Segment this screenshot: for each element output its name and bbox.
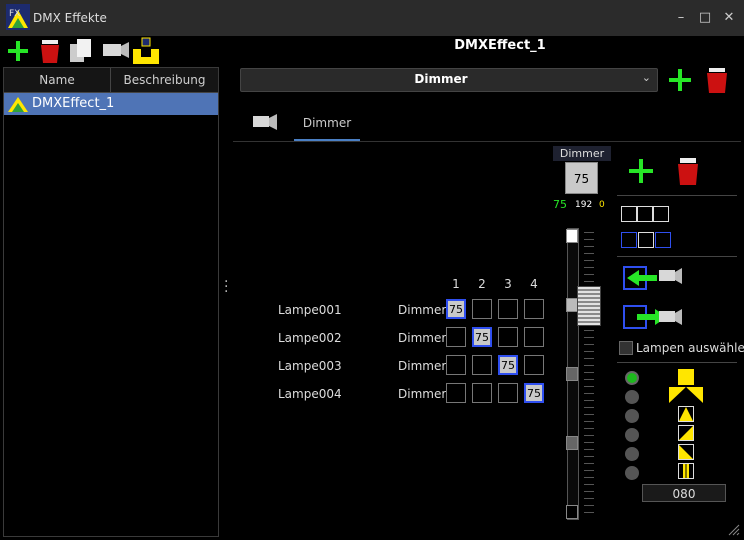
effect-type-select[interactable]: Dimmer ⌄ xyxy=(240,68,658,92)
fader-marker-min xyxy=(566,505,578,519)
divider xyxy=(617,256,737,257)
matrix-cell-active[interactable]: 75 xyxy=(498,355,518,375)
mode-radio-2[interactable] xyxy=(625,390,639,404)
column-header-description[interactable]: Beschreibung xyxy=(111,68,218,93)
matrix-cell[interactable] xyxy=(498,383,518,403)
add-channel-icon[interactable] xyxy=(668,68,692,92)
add-step-icon[interactable] xyxy=(628,158,654,184)
column-number: 2 xyxy=(478,277,486,291)
svg-text:FX: FX xyxy=(9,9,20,19)
matrix-cell[interactable] xyxy=(498,299,518,319)
effect-list-panel: Name Beschreibung DMXEffect_1 xyxy=(3,67,219,537)
matrix-cell[interactable] xyxy=(446,355,466,375)
dimmer-offset: 0 xyxy=(599,200,605,210)
matrix-cell[interactable] xyxy=(524,299,544,319)
dimmer-dmx-value: 192 xyxy=(575,200,593,210)
effect-icon xyxy=(8,97,28,112)
app-logo-icon: FX xyxy=(6,4,30,30)
step-number-field[interactable]: 080 xyxy=(642,484,726,502)
resize-grip-icon[interactable] xyxy=(726,522,740,536)
mode-radio-5[interactable] xyxy=(625,447,639,461)
mode-triangle-icon xyxy=(678,406,694,422)
lamp-channel: Dimmer xyxy=(398,331,447,345)
tab-dimmer[interactable]: Dimmer xyxy=(294,108,360,140)
matrix-cell-active[interactable]: 75 xyxy=(472,327,492,347)
column-number: 4 xyxy=(530,277,538,291)
lamp-name: Lampe001 xyxy=(278,303,342,317)
fader-scale xyxy=(584,232,594,518)
select-lamps-label: Lampen auswählen xyxy=(636,341,744,355)
lamp-name: Lampe002 xyxy=(278,331,342,345)
fader-marker xyxy=(566,367,578,381)
delete-step-icon[interactable] xyxy=(676,156,700,186)
dimmer-label: Dimmer xyxy=(553,146,611,161)
matrix-cell[interactable] xyxy=(524,355,544,375)
add-effect-icon[interactable] xyxy=(6,40,30,62)
matrix-cell[interactable] xyxy=(498,327,518,347)
chevron-down-icon: ⌄ xyxy=(641,71,651,84)
divider xyxy=(617,195,737,196)
dimmer-value-box[interactable]: 75 xyxy=(565,162,598,194)
lamp-channel: Dimmer xyxy=(398,303,447,317)
tab-lamp-icon[interactable] xyxy=(250,110,278,134)
mode-diagonal-up-icon xyxy=(678,425,694,441)
matrix-cell[interactable] xyxy=(472,355,492,375)
mode-half-icon xyxy=(678,463,694,479)
lamp-name: Lampe004 xyxy=(278,387,342,401)
minimize-button[interactable]: – xyxy=(673,10,689,26)
matrix-cell[interactable] xyxy=(472,383,492,403)
toolbar xyxy=(0,36,744,64)
divider xyxy=(617,362,737,363)
mode-radio-1[interactable] xyxy=(625,371,639,385)
delete-effect-icon[interactable] xyxy=(38,38,62,64)
effect-name: DMXEffect_1 xyxy=(32,96,115,111)
matrix-cell[interactable] xyxy=(446,327,466,347)
mode-radio-6[interactable] xyxy=(625,466,639,480)
tab-dimmer-label: Dimmer xyxy=(302,116,352,130)
maximize-button[interactable]: □ xyxy=(697,10,713,26)
column-header-name[interactable]: Name xyxy=(4,68,111,93)
fader-marker xyxy=(566,436,578,450)
effect-type-value: Dimmer xyxy=(414,72,468,86)
title-bar: FX DMX Effekte – □ ✕ xyxy=(0,0,744,36)
dimmer-percent: 75 xyxy=(553,198,567,211)
lamp-settings-icon[interactable] xyxy=(100,38,130,64)
copy-to-lamp-icon[interactable] xyxy=(623,303,683,331)
copy-effect-icon[interactable] xyxy=(68,38,94,64)
copy-from-lamp-icon[interactable] xyxy=(623,264,683,292)
chase-pattern-icon[interactable] xyxy=(621,232,673,248)
matrix-cell-active[interactable]: 75 xyxy=(524,383,544,403)
select-lamps-checkbox[interactable] xyxy=(619,341,633,355)
matrix-cell[interactable] xyxy=(446,383,466,403)
mode-split-icon xyxy=(669,387,703,403)
mode-radio-4[interactable] xyxy=(625,428,639,442)
fader-marker-max xyxy=(566,229,578,243)
mode-diagonal-down-icon xyxy=(678,444,694,460)
column-number: 1 xyxy=(452,277,460,291)
mode-full-icon xyxy=(678,369,694,385)
mode-radio-3[interactable] xyxy=(625,409,639,423)
column-number: 3 xyxy=(504,277,512,291)
lamp-name: Lampe003 xyxy=(278,359,342,373)
matrix-cell[interactable] xyxy=(524,327,544,347)
lamp-channel: Dimmer xyxy=(398,359,447,373)
matrix-cell[interactable] xyxy=(472,299,492,319)
dimmer-fader-knob[interactable] xyxy=(577,286,601,326)
splitter-handle-icon[interactable]: · · · xyxy=(224,275,228,299)
window-title: DMX Effekte xyxy=(33,11,107,25)
all-on-pattern-icon[interactable] xyxy=(621,206,671,222)
matrix-cell-active[interactable]: 75 xyxy=(446,299,466,319)
delete-channel-icon[interactable] xyxy=(704,66,730,94)
pattern-tools-panel: Lampen auswählen xyxy=(617,142,744,534)
group-structure-icon[interactable] xyxy=(132,37,160,65)
effect-title: DMXEffect_1 xyxy=(454,38,546,53)
effect-list-row[interactable]: DMXEffect_1 xyxy=(4,93,218,115)
lamp-channel: Dimmer xyxy=(398,387,447,401)
close-button[interactable]: ✕ xyxy=(721,10,737,26)
